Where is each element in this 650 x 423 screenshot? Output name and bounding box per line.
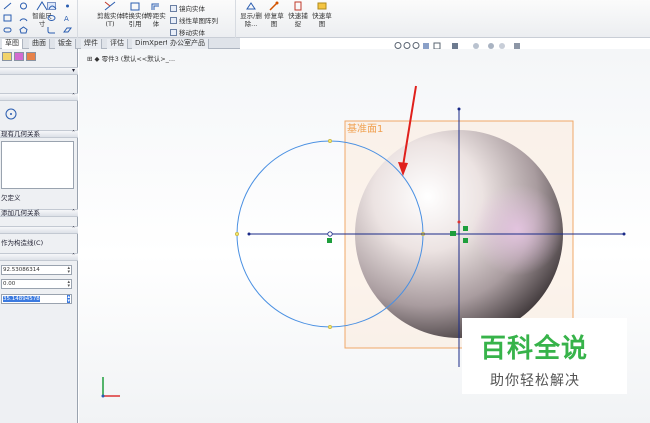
plane-label: 基准面1 xyxy=(347,122,383,135)
axis-end-point xyxy=(247,232,251,236)
relation-glyph-icon xyxy=(463,226,468,231)
quadrant-point-top[interactable] xyxy=(327,138,333,144)
quadrant-point-left[interactable] xyxy=(234,231,240,237)
relation-glyph-icon xyxy=(327,238,332,243)
relation-glyph-icon xyxy=(450,231,456,236)
relation-glyph-icon xyxy=(463,238,468,243)
quadrant-point-bottom[interactable] xyxy=(327,324,333,330)
axis-end-point xyxy=(457,107,461,111)
circle-center-point[interactable] xyxy=(327,231,333,237)
triad-origin xyxy=(101,394,105,398)
watermark-title: 百科全说 xyxy=(480,334,589,364)
origin-marker xyxy=(457,220,461,224)
watermark-subtitle: 助你轻松解决 xyxy=(490,373,580,389)
axis-end-point xyxy=(622,232,626,236)
watermark: 百科全说 助你轻松解决 xyxy=(462,318,627,394)
